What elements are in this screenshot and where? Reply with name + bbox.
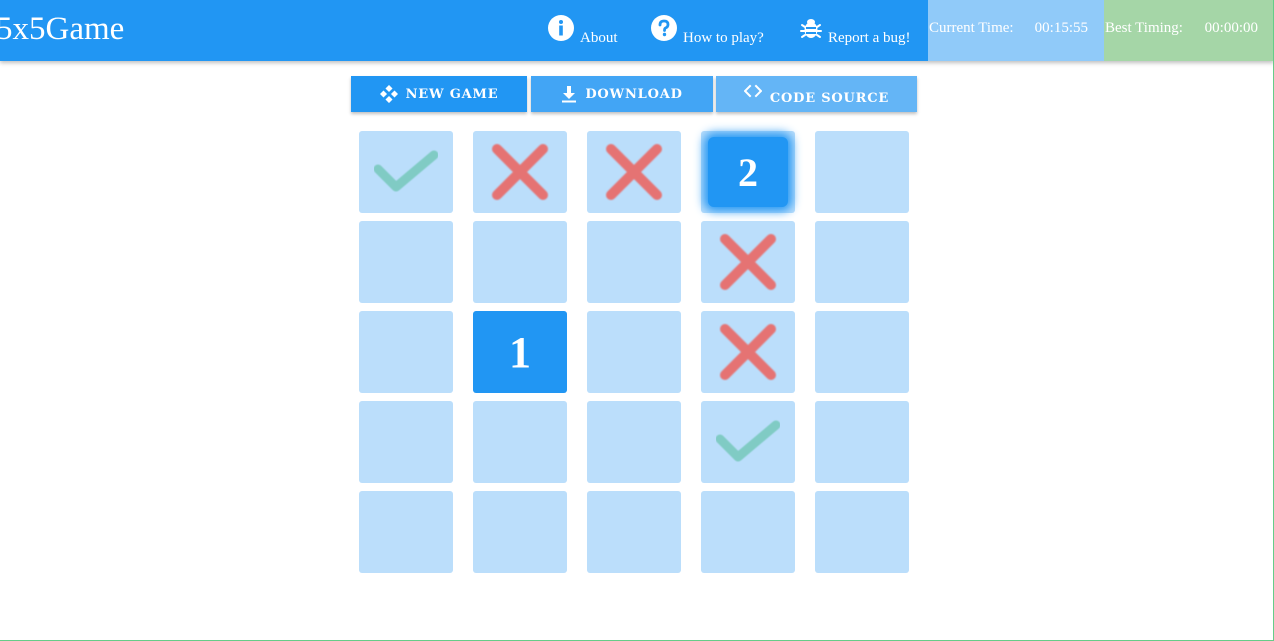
board-cell-checked[interactable] [359,131,453,213]
nav-how-to-play-label: How to play? [683,30,764,46]
board-cell-blocked[interactable] [701,221,795,303]
board-cell-empty[interactable] [815,311,909,393]
cross-icon [492,144,548,200]
board-cell-numbered[interactable]: 1 [473,311,567,393]
bug-icon [800,19,822,38]
app-header: 5x5Game About How to play? Report a bug!… [0,0,1274,61]
board-cell-blocked[interactable] [473,131,567,213]
board-cell-blocked[interactable] [587,131,681,213]
board-cell-current[interactable]: 2 [701,131,795,213]
cross-icon [720,324,776,380]
board-cell-blocked[interactable] [701,311,795,393]
code-source-label: CODE SOURCE [769,90,890,106]
gamepad-icon [379,85,398,103]
nav-report-bug-label: Report a bug! [828,30,911,46]
download-button[interactable]: DOWNLOAD [531,76,713,112]
board-cell-empty[interactable] [815,491,909,573]
board-cell-empty[interactable] [359,221,453,303]
nav-report-bug[interactable]: Report a bug! [800,0,910,61]
board-cell-empty[interactable] [587,401,681,483]
current-time-value: 00:15:55 [1034,20,1088,36]
board-cell-empty[interactable] [359,491,453,573]
help-icon [651,15,677,41]
new-game-button[interactable]: NEW GAME [351,76,527,112]
cross-icon [720,234,776,290]
current-time-panel: Current Time: 00:15:55 [928,0,1104,61]
best-timing-label: Best Timing: [1105,20,1183,36]
best-timing-value: 00:00:00 [1204,20,1258,36]
code-source-button[interactable]: CODE SOURCE [716,76,917,112]
check-icon [374,150,438,192]
nav-about-label: About [580,30,618,46]
board-cell-empty[interactable] [815,221,909,303]
cross-icon [606,144,662,200]
board-cell-empty[interactable] [587,491,681,573]
app-title[interactable]: 5x5Game [0,9,124,49]
download-icon [562,86,577,103]
board-cell-empty[interactable] [473,491,567,573]
board-cell-empty[interactable] [359,311,453,393]
best-timing-panel: Best Timing: 00:00:00 [1104,0,1274,61]
board-cell-empty[interactable] [473,401,567,483]
check-icon [716,420,780,462]
info-icon [548,15,574,41]
current-move-number: 2 [708,137,788,207]
board-cell-empty[interactable] [815,131,909,213]
board-cell-empty[interactable] [473,221,567,303]
new-game-label: NEW GAME [405,86,499,102]
code-icon [743,84,762,98]
board-cell-empty[interactable] [587,311,681,393]
board-cell-empty[interactable] [359,401,453,483]
nav-about[interactable]: About [548,0,618,61]
board-cell-empty[interactable] [701,491,795,573]
current-time-label: Current Time: [929,20,1014,36]
board-cell-empty[interactable] [815,401,909,483]
board-cell-empty[interactable] [587,221,681,303]
board-cell-checked[interactable] [701,401,795,483]
download-label: DOWNLOAD [585,86,683,102]
nav-how-to-play[interactable]: How to play? [651,0,764,61]
